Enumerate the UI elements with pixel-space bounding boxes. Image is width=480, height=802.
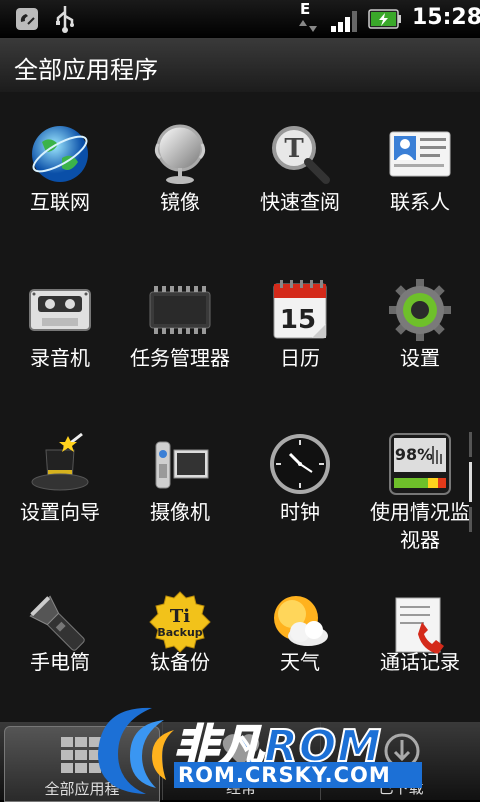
usage-meter-icon: 98% (389, 433, 451, 495)
app-mirror[interactable]: 镜像 (120, 92, 240, 242)
magic-hat-icon (31, 432, 89, 491)
app-label: 通话记录 (380, 650, 460, 674)
app-usage-monitor[interactable]: 98% 使用情况监视器 (360, 404, 480, 574)
watermark-logo-icon (98, 707, 174, 794)
clock-icon (270, 434, 330, 494)
app-label: 钛备份 (150, 650, 210, 674)
title-bar: 全部应用程序 (0, 38, 480, 93)
signal-strength-icon (331, 11, 357, 32)
svg-text:T: T (284, 134, 304, 164)
chip-icon (149, 286, 211, 334)
app-settings[interactable]: 设置 (360, 248, 480, 398)
scrollbar[interactable] (469, 432, 472, 532)
scrollbar-thumb[interactable] (469, 462, 472, 502)
usb-icon[interactable] (54, 4, 76, 34)
scrollbar-track (469, 432, 472, 457)
app-label: 手电筒 (30, 650, 90, 674)
cassette-icon (29, 289, 91, 331)
battery-charging-icon (368, 9, 401, 29)
app-label: 使用情况监视器 (370, 500, 470, 552)
network-type-label: E (300, 0, 311, 18)
app-label: 任务管理器 (130, 346, 230, 370)
mirror-icon (154, 124, 206, 184)
titanium-backup-icon: Ti Backup (149, 591, 211, 653)
app-label: 录音机 (30, 346, 90, 370)
app-clock[interactable]: 时钟 (240, 404, 360, 574)
app-setup-wizard[interactable]: 设置向导 (0, 404, 120, 574)
app-grid: 互联网 镜像 T 快速查阅 联系人 录音机 任务管理器 15 日历 设置 设置向… (0, 92, 480, 722)
magnifier-icon: T (272, 126, 330, 184)
app-calendar[interactable]: 15 日历 (240, 248, 360, 398)
contact-card-icon (389, 131, 451, 177)
app-label: 摄像机 (150, 500, 210, 524)
app-label: 联系人 (390, 190, 450, 214)
app-camcorder[interactable]: 摄像机 (120, 404, 240, 574)
page-title: 全部应用程序 (14, 56, 158, 84)
app-browser[interactable]: 互联网 (0, 92, 120, 242)
app-label: 日历 (280, 346, 320, 370)
globe-icon (32, 126, 88, 182)
status-bar: E 15:28 (0, 0, 480, 38)
backup-text: Backup (157, 626, 202, 639)
app-label: 设置 (400, 346, 440, 370)
watermark: 非凡ROM ROM.CRSKY.COM (90, 700, 422, 800)
app-label: 互联网 (30, 190, 90, 214)
app-task-manager[interactable]: 任务管理器 (120, 248, 240, 398)
app-label: 时钟 (280, 500, 320, 524)
app-voice-recorder[interactable]: 录音机 (0, 248, 120, 398)
app-label: 天气 (280, 650, 320, 674)
app-label: 设置向导 (20, 500, 100, 524)
app-quick-lookup[interactable]: T 快速查阅 (240, 92, 360, 242)
missed-call-notification-icon[interactable] (14, 6, 40, 32)
calendar-icon: 15 (273, 280, 327, 339)
calendar-day: 15 (280, 305, 316, 335)
data-activity-icon (299, 20, 317, 32)
watermark-url: ROM.CRSKY.COM (174, 762, 422, 788)
app-label: 镜像 (160, 190, 200, 214)
scrollbar-track (469, 507, 472, 532)
gear-icon (389, 279, 451, 341)
camcorder-icon (155, 441, 209, 489)
app-label: 快速查阅 (260, 190, 340, 214)
status-time: 15:28 (412, 5, 480, 30)
app-contacts[interactable]: 联系人 (360, 92, 480, 242)
ti-text: Ti (170, 606, 190, 627)
usage-percent: 98% (395, 445, 433, 464)
weather-sun-cloud-icon (274, 596, 328, 646)
